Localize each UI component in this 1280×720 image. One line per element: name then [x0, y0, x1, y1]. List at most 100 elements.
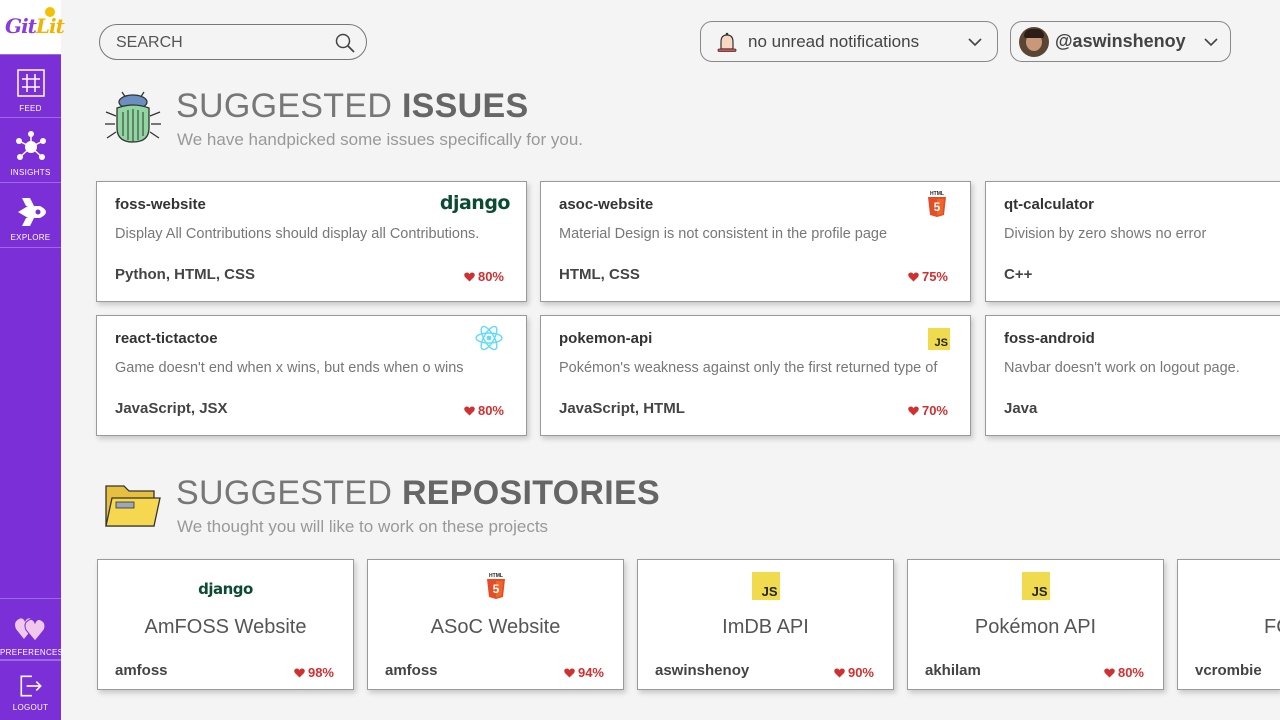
search-icon[interactable] — [334, 32, 356, 54]
repo-name: AmFOSS Website — [144, 616, 307, 638]
svg-text:5: 5 — [934, 200, 941, 214]
heart-icon — [908, 272, 919, 282]
heart-icon — [908, 406, 919, 416]
hashtag-icon — [16, 69, 45, 97]
match-score: 70% — [908, 403, 948, 418]
issue-repo: foss-android — [1004, 330, 1095, 347]
repo-card[interactable]: JS Pokémon API akhilam 80% — [907, 559, 1164, 690]
heart-icon — [464, 406, 475, 416]
html5-icon: HTML 5 — [368, 572, 623, 604]
notifications-text: no unread notifications — [748, 32, 920, 51]
repos-section-subtitle: We thought you will like to work on thes… — [177, 517, 549, 536]
sidebar-item-logout[interactable]: LOGOUT — [0, 660, 61, 720]
rocket-icon — [17, 198, 46, 226]
issue-languages: HTML, CSS — [559, 266, 640, 283]
issue-repo: pokemon-api — [559, 330, 653, 347]
logo-text: Git — [5, 14, 37, 38]
html5-icon: HTML 5 — [928, 191, 946, 217]
sidebar-item-label: LOGOUT — [12, 703, 49, 712]
issue-card[interactable]: pokemon-api JS Pokémon's weakness agains… — [540, 315, 971, 436]
issue-description: Navbar doesn't work on logout page. — [1004, 360, 1240, 376]
match-score: 98% — [294, 665, 334, 680]
react-icon — [475, 325, 503, 351]
repo-owner: vcrombie — [1195, 662, 1262, 679]
repo-name: Pokémon API — [974, 616, 1097, 638]
repo-name: ASoC Website — [430, 616, 561, 638]
repo-card[interactable]: django AmFOSS Website amfoss 98% — [97, 559, 354, 690]
username: @aswinshenoy — [1055, 31, 1186, 51]
match-score: 94% — [564, 665, 604, 680]
heart-icon — [834, 668, 845, 678]
notifications-dropdown[interactable]: no unread notifications — [700, 21, 998, 62]
repo-card[interactable]: JS ImDB API aswinshenoy 90% — [637, 559, 894, 690]
sidebar-item-preferences[interactable]: PREFERENCES — [0, 598, 64, 660]
issue-card[interactable]: asoc-website HTML 5 Material Design is n… — [540, 181, 971, 302]
issue-description: Game doesn't end when x wins, but ends w… — [115, 360, 464, 376]
django-icon: django — [198, 580, 253, 598]
issues-section-subtitle: We have handpicked some issues specifica… — [177, 130, 583, 149]
heart-icon — [294, 668, 305, 678]
sidebar-item-label: PREFERENCES — [0, 648, 64, 657]
folder-icon — [105, 485, 161, 527]
repo-card[interactable]: FC vcrombie — [1177, 559, 1280, 690]
network-icon — [15, 131, 46, 160]
app-logo[interactable]: GitLit — [0, 0, 65, 54]
chevron-down-icon[interactable] — [1203, 34, 1219, 50]
chevron-down-icon[interactable] — [967, 34, 983, 50]
repo-name: ImDB API — [722, 616, 809, 638]
heart-icon — [1104, 668, 1115, 678]
issue-languages: C++ — [1004, 266, 1033, 283]
svg-text:HTML: HTML — [930, 191, 944, 197]
match-score: 80% — [1104, 665, 1144, 680]
sidebar: GitLit FEED INSIGHTS EXPLORE PREFERENCES… — [0, 0, 65, 720]
issue-card[interactable]: foss-website django Display All Contribu… — [96, 181, 527, 302]
issue-repo: react-tictactoe — [115, 330, 218, 347]
issue-description: Material Design is not consistent in the… — [559, 226, 888, 242]
repo-owner: aswinshenoy — [655, 662, 750, 679]
issue-card[interactable]: qt-calculator Division by zero shows no … — [985, 181, 1280, 302]
issue-languages: JavaScript, JSX — [115, 400, 228, 417]
javascript-icon: JS — [928, 328, 950, 350]
issues-section-title: SUGGESTED ISSUES — [176, 87, 529, 125]
svg-text:HTML: HTML — [489, 573, 503, 579]
match-score: 80% — [464, 403, 504, 418]
repo-owner: akhilam — [925, 662, 981, 679]
user-menu[interactable]: @aswinshenoy — [1010, 21, 1231, 62]
javascript-icon: JS — [908, 572, 1163, 604]
issue-languages: Python, HTML, CSS — [115, 266, 255, 283]
sidebar-item-feed[interactable]: FEED — [0, 54, 61, 118]
search-box[interactable] — [99, 24, 367, 60]
match-score: 90% — [834, 665, 874, 680]
repo-owner: amfoss — [385, 662, 438, 679]
match-score: 75% — [908, 269, 948, 284]
issue-description: Division by zero shows no error — [1004, 226, 1207, 242]
sidebar-item-insights[interactable]: INSIGHTS — [0, 119, 61, 183]
repo-card[interactable]: HTML 5 ASoC Website amfoss 94% — [367, 559, 624, 690]
logo-accent: Lit — [35, 14, 65, 38]
svg-text:5: 5 — [492, 582, 499, 596]
heart-icon — [464, 272, 475, 282]
repos-section-title: SUGGESTED REPOSITORIES — [176, 474, 660, 512]
issue-description: Display All Contributions should display… — [115, 226, 480, 242]
bell-icon — [717, 32, 737, 52]
django-icon: django — [439, 192, 511, 214]
sidebar-item-explore[interactable]: EXPLORE — [0, 184, 61, 248]
match-score: 80% — [464, 269, 504, 284]
repo-owner: amfoss — [115, 662, 168, 679]
issue-description: Pokémon's weakness against only the firs… — [559, 360, 938, 376]
sidebar-item-label: INSIGHTS — [10, 168, 51, 177]
logout-icon — [20, 675, 42, 697]
avatar — [1019, 27, 1049, 57]
hearts-icon — [14, 618, 45, 642]
issue-languages: JavaScript, HTML — [559, 400, 685, 417]
issue-repo: foss-website — [115, 196, 206, 213]
sidebar-item-label: EXPLORE — [10, 233, 51, 242]
search-input[interactable] — [116, 33, 326, 53]
repo-name: FC — [1264, 616, 1280, 638]
issue-repo: asoc-website — [559, 196, 654, 213]
issue-repo: qt-calculator — [1004, 196, 1095, 213]
issue-card[interactable]: react-tictactoe Game doesn't end when x … — [96, 315, 527, 436]
bug-icon — [105, 91, 161, 143]
javascript-icon: JS — [638, 572, 893, 604]
issue-card[interactable]: foss-android Navbar doesn't work on logo… — [985, 315, 1280, 436]
